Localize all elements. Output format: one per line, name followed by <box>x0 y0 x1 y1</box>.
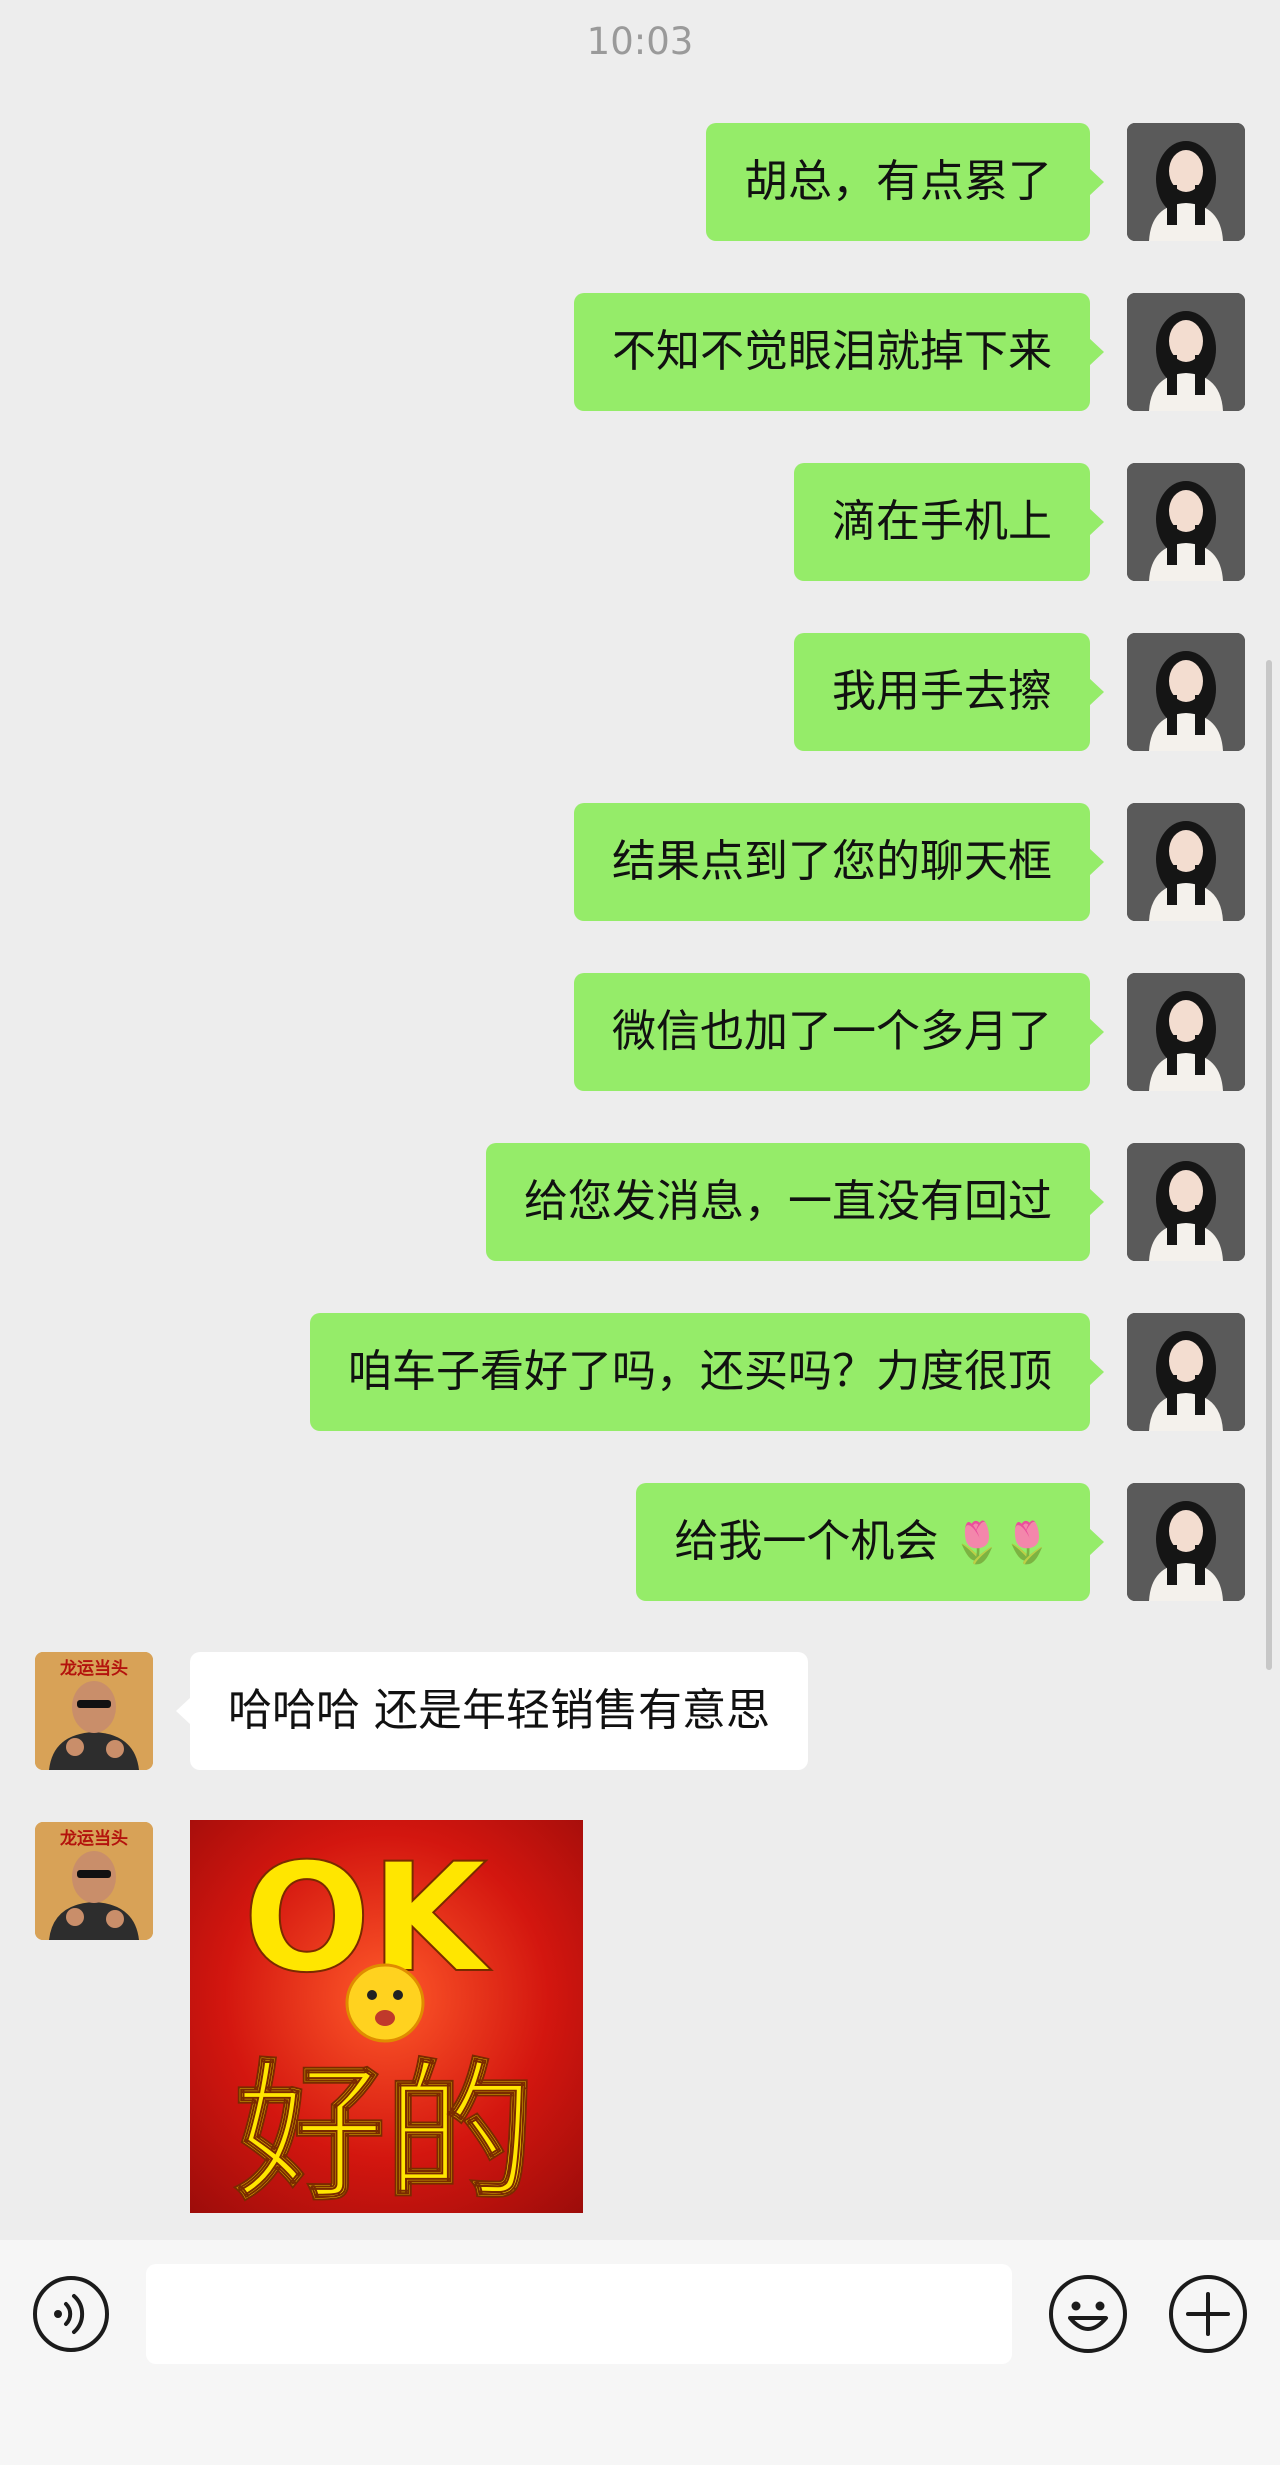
message-row: 咱车子看好了吗，还买吗？力度很顶 <box>0 1313 1280 1431</box>
contact-avatar[interactable]: 龙运当头 <box>35 1822 153 1940</box>
voice-input-button[interactable] <box>32 2275 110 2353</box>
my-avatar[interactable] <box>1127 633 1245 751</box>
emoji-icon <box>1049 2275 1127 2353</box>
contact-avatar[interactable]: 龙运当头 <box>35 1652 153 1770</box>
my-avatar[interactable] <box>1127 973 1245 1091</box>
message-row: 不知不觉眼泪就掉下来 <box>0 293 1280 411</box>
message-row: 给您发消息，一直没有回过 <box>0 1143 1280 1261</box>
message-row: 微信也加了一个多月了 <box>0 973 1280 1091</box>
message-row: 滴在手机上 <box>0 463 1280 581</box>
message-row: 胡总，有点累了 <box>0 123 1280 241</box>
my-message-bubble[interactable]: 不知不觉眼泪就掉下来 <box>574 293 1104 411</box>
message-row: 结果点到了您的聊天框 <box>0 803 1280 921</box>
my-message-bubble[interactable]: 咱车子看好了吗，还买吗？力度很顶 <box>310 1313 1104 1431</box>
man-cartoon-portrait-icon: 龙运当头 <box>35 1652 153 1770</box>
plus-icon <box>1169 2275 1247 2353</box>
my-avatar[interactable] <box>1127 1483 1245 1601</box>
my-avatar[interactable] <box>1127 463 1245 581</box>
emoji-button[interactable] <box>1048 2274 1127 2353</box>
my-avatar[interactable] <box>1127 123 1245 241</box>
message-text: 给我一个机会 <box>674 1516 939 1567</box>
ok-sticker[interactable]: OK 好的 <box>190 1820 583 2213</box>
message-row: 我用手去擦 <box>0 633 1280 751</box>
woman-portrait-icon <box>1127 463 1245 581</box>
woman-portrait-icon <box>1127 1483 1245 1601</box>
smiley-face-icon <box>345 1963 425 2043</box>
woman-portrait-icon <box>1127 1143 1245 1261</box>
my-message-bubble[interactable]: 滴在手机上 <box>794 463 1104 581</box>
my-message-bubble[interactable]: 我用手去擦 <box>794 633 1104 751</box>
avatar-caption-text: 龙运当头 <box>59 1658 128 1679</box>
woman-portrait-icon <box>1127 123 1245 241</box>
my-message-bubble[interactable]: 胡总，有点累了 <box>706 123 1104 241</box>
man-cartoon-portrait-icon: 龙运当头 <box>35 1822 153 1940</box>
message-timestamp: 10:03 <box>586 20 694 63</box>
my-message-bubble[interactable]: 微信也加了一个多月了 <box>574 973 1104 1091</box>
avatar-caption-text: 龙运当头 <box>59 1828 128 1849</box>
chat-area: 10:03 胡总，有点累了 不知不觉眼泪就掉下来 滴在手机上 我用手去擦 结果点… <box>0 0 1280 2240</box>
voice-icon <box>33 2276 109 2352</box>
woman-portrait-icon <box>1127 633 1245 751</box>
my-message-bubble[interactable]: 给您发消息，一直没有回过 <box>486 1143 1104 1261</box>
message-row: 龙运当头 哈哈哈 还是年轻销售有意思 <box>0 1652 1280 1770</box>
my-avatar[interactable] <box>1127 803 1245 921</box>
message-row: 给我一个机会 🌷🌷 <box>0 1483 1280 1601</box>
my-avatar[interactable] <box>1127 1143 1245 1261</box>
contact-message-bubble[interactable]: 哈哈哈 还是年轻销售有意思 <box>176 1652 808 1770</box>
woman-portrait-icon <box>1127 1313 1245 1431</box>
my-avatar[interactable] <box>1127 293 1245 411</box>
woman-portrait-icon <box>1127 973 1245 1091</box>
more-options-button[interactable] <box>1168 2274 1247 2353</box>
my-message-bubble[interactable]: 结果点到了您的聊天框 <box>574 803 1104 921</box>
input-bar <box>0 2240 1280 2465</box>
sticker-haode-text: 好的 <box>234 2047 535 2213</box>
message-input[interactable] <box>146 2264 1012 2364</box>
woman-portrait-icon <box>1127 293 1245 411</box>
chat-scrollbar[interactable] <box>1266 660 1272 1670</box>
tulip-emoji-icon: 🌷🌷 <box>952 1520 1052 1566</box>
woman-portrait-icon <box>1127 803 1245 921</box>
my-message-bubble[interactable]: 给我一个机会 🌷🌷 <box>636 1483 1104 1601</box>
my-avatar[interactable] <box>1127 1313 1245 1431</box>
